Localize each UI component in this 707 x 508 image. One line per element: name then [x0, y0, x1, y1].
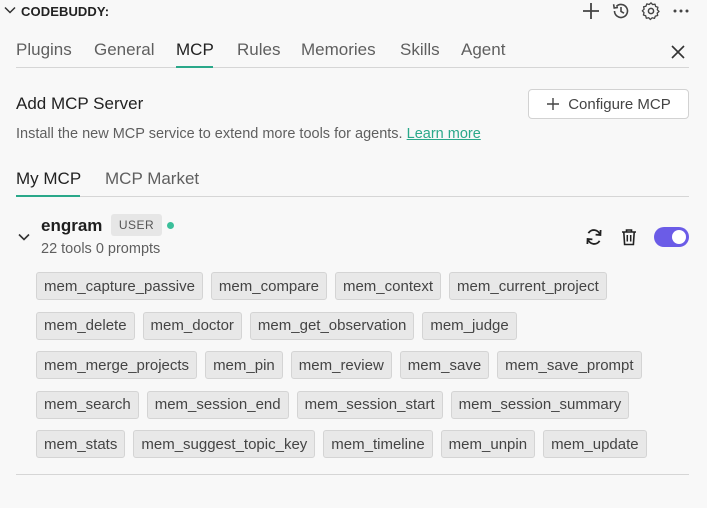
tool-row: mem_merge_projects mem_pin mem_review me… — [36, 351, 666, 379]
trash-icon[interactable] — [617, 225, 641, 249]
tool-chip[interactable]: mem_get_observation — [249, 311, 415, 340]
active-subtab-indicator — [16, 195, 80, 197]
tool-chip[interactable]: mem_pin — [205, 351, 283, 379]
tool-chip[interactable]: mem_save — [399, 351, 490, 379]
tab-memories[interactable]: Memories — [301, 40, 376, 60]
tool-chip[interactable]: mem_delete — [36, 311, 135, 340]
tool-chip[interactable]: mem_timeline — [323, 430, 433, 458]
tool-chip[interactable]: mem_merge_projects — [36, 351, 198, 379]
tab-my-mcp[interactable]: My MCP — [16, 169, 81, 189]
server-meta: 22 tools 0 prompts — [41, 241, 161, 257]
tool-row: mem_delete mem_doctor mem_get_observatio… — [36, 311, 666, 340]
mcp-settings-panel: CODEBUDDY: Plugins General MCP Rules Mem… — [0, 0, 707, 508]
tab-mcp[interactable]: MCP — [176, 40, 214, 60]
server-enabled-toggle[interactable] — [654, 227, 689, 247]
tool-row: mem_stats mem_suggest_topic_key mem_time… — [36, 430, 666, 458]
install-description-text: Install the new MCP service to extend mo… — [16, 126, 403, 142]
tool-list: mem_capture_passive mem_compare mem_cont… — [36, 272, 666, 470]
active-tab-indicator — [176, 66, 213, 68]
tool-chip[interactable]: mem_doctor — [142, 311, 242, 340]
tool-chip[interactable]: mem_capture_passive — [36, 272, 203, 300]
settings-tabs: Plugins General MCP Rules Memories Skill… — [16, 36, 689, 68]
add-server-title: Add MCP Server — [16, 94, 144, 113]
scope-badge: USER — [111, 214, 162, 236]
tool-row: mem_search mem_session_end mem_session_s… — [36, 390, 666, 419]
tool-chip[interactable]: mem_suggest_topic_key — [133, 430, 316, 458]
tab-general[interactable]: General — [94, 40, 154, 60]
configure-mcp-button[interactable]: Configure MCP — [528, 89, 689, 119]
chevron-down-icon[interactable] — [3, 3, 17, 17]
tool-chip[interactable]: mem_save_prompt — [497, 351, 642, 379]
panel-header: CODEBUDDY: — [0, 0, 707, 22]
tab-skills[interactable]: Skills — [400, 40, 440, 60]
divider — [16, 474, 689, 475]
gear-icon[interactable] — [640, 0, 662, 22]
server-name: engram — [41, 216, 103, 235]
refresh-icon[interactable] — [582, 225, 606, 249]
learn-more-link[interactable]: Learn more — [407, 126, 481, 142]
tool-chip[interactable]: mem_stats — [36, 430, 126, 458]
tab-rules[interactable]: Rules — [237, 40, 280, 60]
install-description: Install the new MCP service to extend mo… — [16, 126, 481, 142]
tab-mcp-market[interactable]: MCP Market — [105, 169, 199, 189]
tool-chip[interactable]: mem_session_start — [296, 390, 443, 419]
tool-chip[interactable]: mem_search — [36, 390, 139, 419]
tool-chip[interactable]: mem_judge — [422, 311, 517, 340]
toggle-knob — [672, 230, 686, 244]
tool-chip[interactable]: mem_current_project — [449, 272, 607, 300]
tool-chip[interactable]: mem_session_end — [146, 390, 289, 419]
tool-chip[interactable]: mem_compare — [210, 272, 327, 300]
tool-chip[interactable]: mem_unpin — [440, 430, 536, 458]
plus-icon[interactable] — [580, 0, 602, 22]
tool-chip[interactable]: mem_review — [290, 351, 392, 379]
status-indicator — [167, 222, 174, 229]
configure-mcp-label: Configure MCP — [568, 95, 671, 113]
tab-agent[interactable]: Agent — [461, 40, 505, 60]
tool-chip[interactable]: mem_session_summary — [450, 390, 630, 419]
mcp-subtabs: My MCP MCP Market — [16, 166, 689, 197]
tab-plugins[interactable]: Plugins — [16, 40, 72, 60]
tool-chip[interactable]: mem_context — [334, 272, 442, 300]
close-icon[interactable] — [667, 41, 689, 63]
tool-chip[interactable]: mem_update — [543, 430, 647, 458]
tool-row: mem_capture_passive mem_compare mem_cont… — [36, 272, 666, 300]
plus-icon — [547, 98, 560, 110]
history-icon[interactable] — [610, 0, 632, 22]
chevron-down-icon[interactable] — [16, 229, 32, 245]
more-icon[interactable] — [670, 0, 692, 22]
panel-title: CODEBUDDY: — [21, 4, 110, 19]
